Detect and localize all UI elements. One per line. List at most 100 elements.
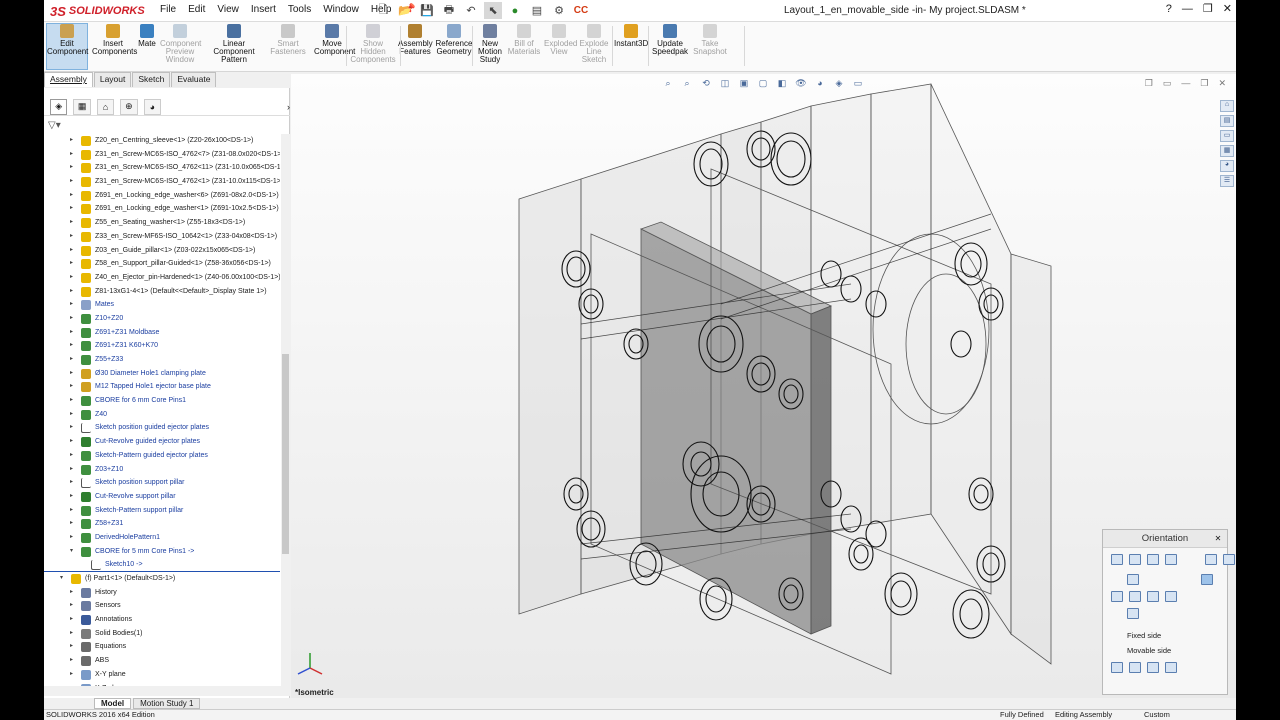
configuration-manager-tab-icon[interactable]: ⌂ — [96, 98, 115, 115]
rebuild-icon[interactable]: ● — [506, 2, 524, 19]
tree-item[interactable]: ▸ M12 Tapped Hole1 ejector base plate — [44, 380, 280, 394]
feature-manager-tab-icon[interactable]: ◈ — [50, 98, 68, 115]
dimxpert-tab-icon[interactable]: ⊕ — [120, 98, 138, 115]
new-motion-study-button[interactable]: New Motion Study — [476, 24, 504, 64]
linear-component-pattern-button[interactable]: Linear Component Pattern — [202, 24, 266, 64]
expand-arrow-icon[interactable]: ▸ — [70, 613, 78, 627]
cc-icon[interactable]: CC — [572, 2, 590, 19]
tab-sketch[interactable]: Sketch — [132, 72, 171, 87]
expand-arrow-icon[interactable]: ▸ — [70, 380, 78, 394]
expand-arrow-icon[interactable]: ▸ — [70, 161, 78, 175]
expand-arrow-icon[interactable]: ▸ — [70, 435, 78, 449]
tab-model[interactable]: Model — [94, 698, 132, 709]
tab-layout[interactable]: Layout — [93, 72, 132, 87]
tree-item[interactable]: ▸ Mates — [44, 298, 280, 312]
tree-item[interactable]: ▸ Z55_en_Seating_washer<1> (Z55-18x3<DS-1… — [44, 216, 280, 230]
menu-edit[interactable]: Edit — [182, 4, 211, 15]
collapse-arrow-icon[interactable]: ▾ — [70, 545, 78, 559]
tree-item[interactable]: ▸ Z03_en_Guide_pillar<1> (Z03-022x15x065<… — [44, 244, 280, 258]
expand-arrow-icon[interactable]: ▸ — [70, 202, 78, 216]
tree-item[interactable]: ▸ Z40 — [44, 408, 280, 422]
menu-insert[interactable]: Insert — [245, 4, 282, 15]
tree-item[interactable]: ▸ Sensors — [44, 599, 280, 613]
display-manager-tab-icon[interactable]: ◕ — [143, 98, 162, 115]
expand-arrow-icon[interactable]: ▸ — [70, 257, 78, 271]
expand-arrow-icon[interactable]: ▸ — [70, 463, 78, 477]
expand-arrow-icon[interactable]: ▸ — [70, 394, 78, 408]
tree-item[interactable]: ▸ Z10+Z20 — [44, 312, 280, 326]
tree-item[interactable]: ▸ CBORE for 6 mm Core Pins1 — [44, 394, 280, 408]
expand-arrow-icon[interactable]: ▸ — [70, 504, 78, 518]
expand-arrow-icon[interactable]: ▸ — [70, 230, 78, 244]
tree-item[interactable]: ▸ Equations — [44, 640, 280, 654]
tree-item[interactable]: ▸ History — [44, 586, 280, 600]
tree-item[interactable]: ▸ Sketch position support pillar — [44, 476, 280, 490]
tree-item[interactable]: ▾ (f) Part1<1> (Default<DS-1>) — [44, 572, 280, 586]
expand-arrow-icon[interactable]: ▸ — [70, 627, 78, 641]
edit-component-button[interactable]: Edit Component — [46, 23, 88, 70]
expand-arrow-icon[interactable]: ▸ — [70, 408, 78, 422]
tree-item[interactable]: ▸ Z691+Z31 Moldbase — [44, 326, 280, 340]
new-icon[interactable]: 🗋 — [374, 2, 392, 19]
expand-arrow-icon[interactable]: ▸ — [70, 326, 78, 340]
new-view-icon[interactable] — [1111, 554, 1123, 565]
tree-item[interactable]: ▸ Z691_en_Locking_edge_washer<6> (Z691-08… — [44, 189, 280, 203]
two-view-vertical-icon[interactable] — [1147, 662, 1159, 673]
tree-item[interactable]: ▸ Z31_en_Screw-MC6S-ISO_4762<7> (Z31-08.0… — [44, 148, 280, 162]
tree-item[interactable]: ▸ Z03+Z10 — [44, 463, 280, 477]
expand-arrow-icon[interactable]: ▸ — [70, 517, 78, 531]
isometric-view-icon[interactable] — [1201, 574, 1213, 585]
move-component-button[interactable]: Move Component — [314, 24, 355, 56]
print-icon[interactable]: 🖶 — [440, 2, 458, 19]
expand-arrow-icon[interactable]: ▸ — [70, 271, 78, 285]
expand-arrow-icon[interactable]: ▸ — [70, 449, 78, 463]
expand-arrow-icon[interactable]: ▸ — [70, 189, 78, 203]
tree-scrollbar[interactable] — [281, 134, 290, 690]
expand-arrow-icon[interactable]: ▸ — [70, 640, 78, 654]
reset-standard-views-icon[interactable] — [1147, 554, 1159, 565]
minimize-button[interactable]: — — [1182, 3, 1193, 15]
orientation-close-icon[interactable]: ✕ — [1213, 534, 1223, 544]
left-view-icon[interactable] — [1111, 591, 1123, 602]
tree-item[interactable]: ▸ Z58_en_Support_pillar-Guided<1> (Z58-36… — [44, 257, 280, 271]
expand-arrow-icon[interactable]: ▸ — [70, 421, 78, 435]
expand-arrow-icon[interactable]: ▸ — [70, 586, 78, 600]
tree-item[interactable]: ▸ Z33_en_Screw-MF6S-ISO_10642<1> (Z33-04x… — [44, 230, 280, 244]
expand-arrow-icon[interactable]: ▸ — [70, 339, 78, 353]
expand-arrow-icon[interactable]: ▸ — [70, 490, 78, 504]
status-units[interactable]: Custom — [1144, 710, 1170, 720]
menu-view[interactable]: View — [211, 4, 245, 15]
close-button[interactable]: ✕ — [1223, 2, 1232, 15]
exploded-view-button[interactable]: Exploded View — [544, 24, 577, 56]
tree-item[interactable]: ▸ Annotations — [44, 613, 280, 627]
two-view-horizontal-icon[interactable] — [1129, 662, 1141, 673]
update-standard-views-icon[interactable] — [1129, 554, 1141, 565]
expand-arrow-icon[interactable]: ▸ — [70, 353, 78, 367]
tree-item[interactable]: ▸ Solid Bodies(1) — [44, 627, 280, 641]
tab-assembly[interactable]: Assembly — [44, 72, 93, 87]
expand-arrow-icon[interactable]: ▸ — [70, 216, 78, 230]
tab-evaluate[interactable]: Evaluate — [171, 72, 217, 87]
select-icon[interactable]: ⬉ — [484, 2, 502, 19]
collapse-arrow-icon[interactable]: ▾ — [60, 572, 68, 586]
assembly-features-button[interactable]: Assembly Features — [398, 24, 433, 56]
tree-item[interactable]: ▸ DerivedHolePattern1 — [44, 531, 280, 545]
solidworks-logo[interactable]: 3S SOLIDWORKS — [50, 3, 145, 19]
tree-item[interactable]: ▸ Sketch position guided ejector plates — [44, 421, 280, 435]
expand-arrow-icon[interactable]: ▸ — [70, 175, 78, 189]
filter-icon[interactable]: ▽▾ — [48, 120, 61, 131]
bill-of-materials-button[interactable]: Bill of Materials — [506, 24, 542, 56]
tree-item[interactable]: ▸ X-Y plane — [44, 668, 280, 682]
view-movable-side[interactable]: Movable side — [1127, 646, 1171, 655]
tree-item[interactable]: ▸ Z81-13xG1-4<1> (Default<<Default>_Displ… — [44, 285, 280, 299]
menu-window[interactable]: Window — [317, 4, 365, 15]
save-icon[interactable]: 💾 — [418, 2, 436, 19]
view-fixed-side[interactable]: Fixed side — [1127, 631, 1161, 640]
tree-item[interactable]: ▸ Z31_en_Screw-MC6S-ISO_4762<11> (Z31-10.… — [44, 161, 280, 175]
tree-item[interactable]: ▸ Cut-Revolve guided ejector plates — [44, 435, 280, 449]
tree-item[interactable]: ▸ Z58+Z31 — [44, 517, 280, 531]
mate-button[interactable]: Mate — [136, 24, 158, 48]
tree-item[interactable]: ▸ Z40_en_Ejector_pin-Hardened<1> (Z40-06.… — [44, 271, 280, 285]
restore-button[interactable]: ❐ — [1203, 2, 1213, 15]
expand-arrow-icon[interactable]: ▸ — [70, 244, 78, 258]
